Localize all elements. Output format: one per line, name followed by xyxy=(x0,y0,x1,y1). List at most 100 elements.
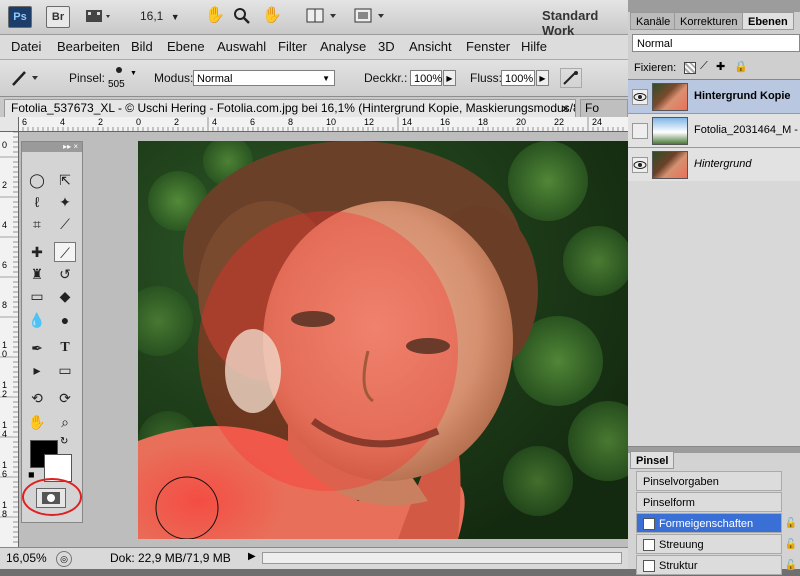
shape-tool-icon[interactable]: ▭ xyxy=(54,360,76,380)
history-brush-icon[interactable]: ↺ xyxy=(54,264,76,284)
workspace-switcher[interactable]: Standard Work xyxy=(542,8,628,38)
blend-mode-select[interactable]: Normal xyxy=(632,34,800,52)
document-tab[interactable]: Fotolia_537673_XL - © Uschi Hering - Fot… xyxy=(4,99,576,117)
layer-row[interactable]: Hintergrund xyxy=(628,148,800,182)
type-tool-icon[interactable]: T xyxy=(54,338,76,358)
eye-icon[interactable] xyxy=(632,157,648,173)
horizontal-scrollbar[interactable] xyxy=(262,552,622,564)
lock-pixels-icon[interactable]: ⟋ xyxy=(700,60,708,73)
deckkraft-input[interactable]: 100% xyxy=(410,70,442,86)
ruler-origin[interactable] xyxy=(0,117,19,132)
ruler-label: 24 xyxy=(592,117,603,127)
hand-tool-icon[interactable]: ✋ xyxy=(205,7,225,25)
3d-orbit-icon[interactable]: ⟳ xyxy=(54,388,76,408)
tab-ebenen[interactable]: Ebenen xyxy=(742,12,794,30)
lock-position-icon[interactable]: ✚ xyxy=(716,60,725,73)
menu-fenster[interactable]: Fenster xyxy=(466,39,510,54)
brush-preset-icon[interactable] xyxy=(8,68,50,88)
ruler-label: 6 xyxy=(2,260,8,270)
lock-transparency-icon[interactable] xyxy=(684,62,696,74)
crop-tool-icon[interactable]: ⌗ xyxy=(26,214,48,234)
airbrush-icon[interactable] xyxy=(560,68,582,88)
checkbox[interactable] xyxy=(643,560,655,573)
eyedropper-icon[interactable]: ⟋ xyxy=(54,214,76,234)
stamp-tool-icon[interactable]: ♜ xyxy=(26,264,48,284)
zoom-level-dropdown[interactable]: 16,1 ▼ xyxy=(140,7,180,25)
fluss-input[interactable]: 100% xyxy=(501,70,535,86)
brush-picker[interactable]: 505 ▼ xyxy=(108,64,138,92)
ruler-label: 16 xyxy=(440,117,451,127)
layer-thumbnail[interactable] xyxy=(652,83,688,111)
layer-thumbnail[interactable] xyxy=(652,117,688,145)
eye-icon[interactable] xyxy=(632,89,648,105)
zoom-tool-icon[interactable]: ⌕ xyxy=(54,412,76,432)
menu-ansicht[interactable]: Ansicht xyxy=(409,39,452,54)
swap-colors-icon[interactable]: ↻ xyxy=(60,436,68,447)
menu-bearbeiten[interactable]: Bearbeiten xyxy=(57,39,120,54)
magic-wand-icon[interactable]: ✦ xyxy=(54,192,76,212)
brush-tip-icon xyxy=(116,67,122,73)
brush-option-row[interactable]: ✓ 🔓 Formeigenschaften xyxy=(636,513,797,533)
lock-icon[interactable]: 🔓 xyxy=(785,535,797,555)
fluss-slider-button[interactable]: ▶ xyxy=(536,70,549,86)
pen-tool-icon[interactable]: ✒ xyxy=(26,338,48,358)
lasso-tool-icon[interactable]: ℓ xyxy=(26,192,48,212)
brush-tool-icon[interactable]: ⟋ xyxy=(54,242,76,262)
menu-bild[interactable]: Bild xyxy=(131,39,153,54)
brush-option-row[interactable]: Pinselform xyxy=(636,492,782,512)
tab-kanaele[interactable]: Kanäle xyxy=(630,12,677,30)
menu-analyse[interactable]: Analyse xyxy=(320,39,366,54)
tools-panel-header[interactable]: ▸▸ × xyxy=(22,142,82,152)
panel-dock-header[interactable] xyxy=(628,0,800,12)
checkbox[interactable] xyxy=(643,539,655,552)
menu-ebene[interactable]: Ebene xyxy=(167,39,205,54)
brush-option-row[interactable]: 🔓 Struktur xyxy=(636,555,797,575)
move-tool-icon[interactable]: ⇱ xyxy=(54,170,76,190)
menu-hilfe[interactable]: Hilfe xyxy=(521,39,547,54)
eraser-tool-icon[interactable]: ▭ xyxy=(26,286,48,306)
healing-brush-icon[interactable]: ✚ xyxy=(26,242,48,262)
application-bar: Ps Br 16,1 ▼ ✋ ✋ Standard Work xyxy=(0,0,628,38)
zoom-tool-icon[interactable] xyxy=(233,7,251,25)
brush-option-row[interactable]: 🔓 Streuung xyxy=(636,534,797,554)
hand-tool-icon[interactable]: ✋ xyxy=(26,412,48,432)
menu-auswahl[interactable]: Auswahl xyxy=(217,39,266,54)
document-size: Dok: 22,9 MB/71,9 MB xyxy=(110,551,231,565)
close-icon[interactable]: × xyxy=(561,100,569,117)
ruler-label: 1 0 xyxy=(2,340,8,359)
second-document-tab[interactable]: Fo xyxy=(580,99,628,117)
layer-thumbnail[interactable] xyxy=(652,151,688,179)
menu-3d[interactable]: 3D xyxy=(378,39,395,54)
menu-filter[interactable]: Filter xyxy=(278,39,307,54)
path-selection-icon[interactable]: ▸ xyxy=(26,360,48,380)
brush-option-row[interactable]: Pinselvorgaben xyxy=(636,471,782,491)
rotate-view-icon[interactable]: ✋ xyxy=(262,7,282,25)
deckkraft-slider-button[interactable]: ▶ xyxy=(443,70,456,86)
zoom-percentage[interactable]: 16,05% xyxy=(6,551,52,565)
dodge-tool-icon[interactable]: ● xyxy=(54,310,76,330)
default-colors-icon[interactable]: ◼ xyxy=(28,470,35,479)
arrange-documents-icon[interactable] xyxy=(306,7,342,25)
menu-datei[interactable]: Datei xyxy=(11,39,41,54)
marquee-tool-icon[interactable]: ◯ xyxy=(26,170,48,190)
layer-row[interactable]: Hintergrund Kopie xyxy=(628,80,800,114)
lock-all-icon[interactable]: 🔒 xyxy=(734,60,748,73)
3d-rotate-icon[interactable]: ⟲ xyxy=(26,388,48,408)
status-options-icon[interactable]: ◎ xyxy=(56,551,72,567)
bucket-tool-icon[interactable]: ◆ xyxy=(54,286,76,306)
status-menu-arrow[interactable]: ▶ xyxy=(248,551,256,562)
lock-icon[interactable]: 🔓 xyxy=(785,556,797,576)
checkbox[interactable]: ✓ xyxy=(643,518,655,531)
bridge-button[interactable]: Br xyxy=(46,6,70,28)
document-image[interactable] xyxy=(138,141,628,539)
lock-icon[interactable]: 🔓 xyxy=(785,514,797,534)
screen-mode-icon[interactable] xyxy=(354,7,390,25)
view-extras-icon[interactable] xyxy=(84,7,114,25)
blur-tool-icon[interactable]: 💧 xyxy=(26,310,48,330)
visibility-toggle[interactable] xyxy=(632,123,648,139)
tab-korrekturen[interactable]: Korrekturen xyxy=(674,12,744,30)
tab-pinsel[interactable]: Pinsel xyxy=(630,451,675,469)
modus-value: Normal xyxy=(197,73,233,85)
layer-row[interactable]: Fotolia_2031464_M - © xyxy=(628,114,800,148)
modus-select[interactable]: Normal ▼ xyxy=(193,70,335,86)
